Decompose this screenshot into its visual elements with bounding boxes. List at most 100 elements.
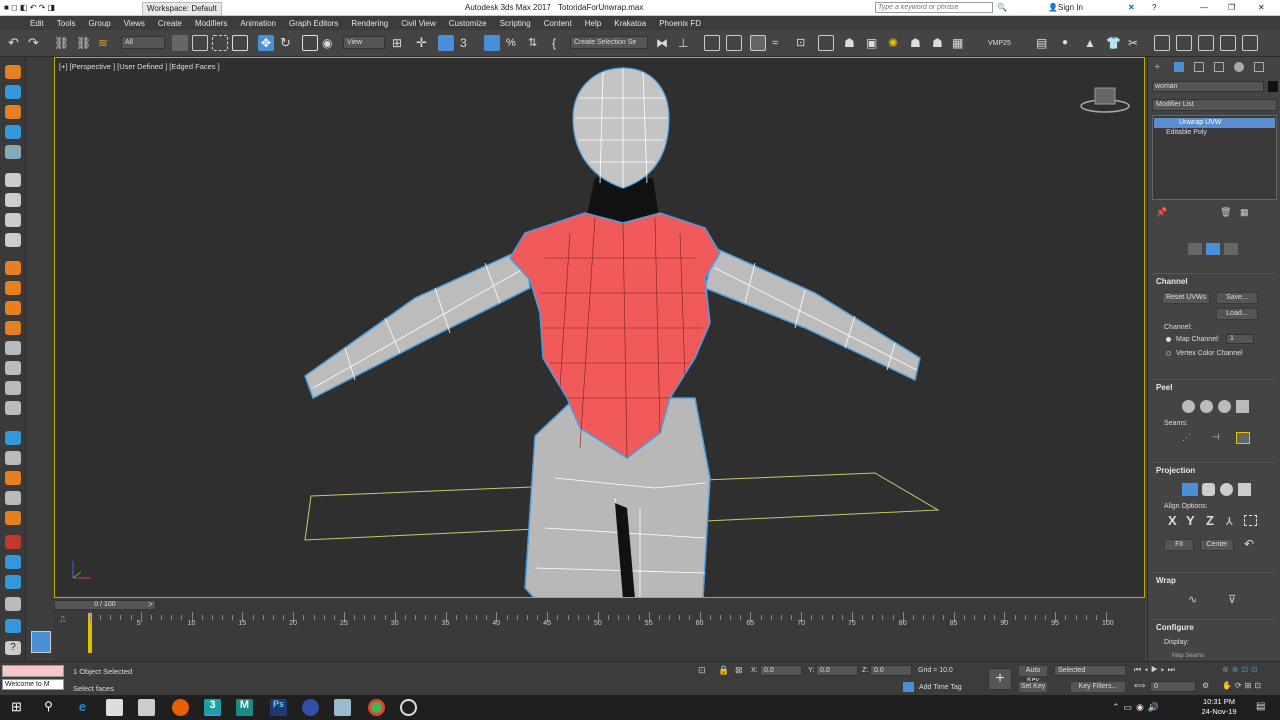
named-selection-dropdown[interactable]: Create Selection Se	[570, 36, 648, 49]
bind-spacewarp-icon[interactable]: ≋	[98, 35, 114, 51]
planar-map-icon[interactable]	[1182, 483, 1198, 496]
menu-animation[interactable]: Animation	[240, 19, 276, 28]
hair-icon[interactable]: ✂	[1128, 35, 1144, 51]
system-tray-icons[interactable]: ⌃▭◉🔊	[1112, 702, 1163, 713]
maya-icon[interactable]: M	[236, 699, 253, 716]
align-x-button[interactable]: X	[1168, 513, 1177, 528]
stop-icon[interactable]	[5, 213, 21, 227]
angle-snap-icon[interactable]	[484, 35, 500, 51]
tool-icon-10[interactable]	[5, 431, 21, 445]
cloth-icon[interactable]: ▲	[1084, 35, 1100, 51]
menu-edit[interactable]: Edit	[30, 19, 44, 28]
tool-icon-9[interactable]	[5, 401, 21, 415]
schematic-view-icon[interactable]: ⊡	[796, 35, 812, 51]
configure-title[interactable]: Configure	[1156, 623, 1275, 632]
map-channel-radio[interactable]	[1166, 337, 1171, 342]
menu-rendering[interactable]: Rendering	[351, 19, 388, 28]
menu-create[interactable]: Create	[158, 19, 182, 28]
tool-icon-13[interactable]	[5, 491, 21, 505]
menu-content[interactable]: Content	[544, 19, 572, 28]
reset-projection-icon[interactable]: ↶	[1244, 537, 1254, 551]
wrap-title[interactable]: Wrap	[1156, 576, 1275, 585]
remove-modifier-icon[interactable]: 🗑	[1220, 207, 1231, 218]
select-move-icon[interactable]: ✥	[258, 35, 274, 51]
viewport-preview-icon[interactable]	[31, 631, 51, 653]
z-coordinate-field[interactable]: 0.0	[870, 665, 912, 676]
load-button[interactable]: Load...	[1216, 308, 1258, 320]
configure-sets-icon[interactable]: ▦	[1240, 207, 1249, 218]
vmp-label[interactable]: VMP25	[988, 40, 1011, 47]
toolbar-extra-5-icon[interactable]	[1242, 35, 1258, 51]
undo-icon[interactable]: ↶	[8, 35, 24, 51]
maxscript-listener[interactable]	[2, 679, 64, 690]
app-icon-2[interactable]	[334, 699, 351, 716]
pivot-center-icon[interactable]: ⊞	[392, 35, 408, 51]
x-coordinate-field[interactable]: 0.0	[760, 665, 802, 676]
help-icon[interactable]: ?	[1152, 0, 1156, 16]
app-icon[interactable]: ■ ◻ ◧ ↶ ↷ ◨	[4, 0, 55, 16]
windows-start-icon[interactable]: ⊞	[8, 699, 25, 716]
fire-icon-3[interactable]	[5, 301, 21, 315]
menu-phoenix-fd[interactable]: Phoenix FD	[659, 19, 701, 28]
edit-named-selection-icon[interactable]: {	[552, 35, 568, 51]
menu-scripting[interactable]: Scripting	[500, 19, 531, 28]
toolbar-extra-1-icon[interactable]	[1154, 35, 1170, 51]
playback-controls[interactable]: ⏮◂▶▸⏭	[1134, 665, 1178, 675]
tool-icon-18[interactable]	[5, 597, 21, 611]
mirror-icon[interactable]: ⧓	[656, 35, 672, 51]
select-rotate-icon[interactable]: ↻	[280, 35, 296, 51]
key-mode-dropdown[interactable]: Selected	[1054, 665, 1126, 676]
display-tab-icon[interactable]	[1234, 62, 1244, 72]
key-mode-toggle-icon[interactable]: ⟺	[1134, 681, 1145, 690]
tool-icon-12[interactable]	[5, 471, 21, 485]
set-key-large-icon[interactable]: +	[988, 668, 1012, 690]
fire-icon-1[interactable]	[5, 261, 21, 275]
tool-icon-14[interactable]	[5, 511, 21, 525]
search-taskbar-icon[interactable]: ⚲	[40, 699, 57, 716]
tool-icon-7[interactable]	[5, 361, 21, 375]
reference-coordinate-dropdown[interactable]: View	[343, 36, 385, 49]
time-tag-icon[interactable]	[903, 682, 914, 692]
menu-group[interactable]: Group	[88, 19, 110, 28]
pelt-map-icon[interactable]	[1218, 400, 1231, 413]
user-icon[interactable]: 👤	[1048, 0, 1058, 16]
edit-mode-icon-1[interactable]	[1188, 243, 1202, 255]
chrome-icon[interactable]	[368, 699, 385, 716]
save-button[interactable]: Save...	[1216, 292, 1258, 304]
tool-icon-11[interactable]	[5, 451, 21, 465]
curve-editor-icon[interactable]: ≈	[772, 35, 788, 51]
spinner-snap-icon[interactable]: ⇅	[528, 35, 544, 51]
select-scale-icon[interactable]	[302, 35, 318, 51]
menu-tools[interactable]: Tools	[57, 19, 76, 28]
tshirt-icon[interactable]: 👕	[1106, 35, 1122, 51]
absolute-mode-icon[interactable]: ⊠	[735, 665, 743, 676]
tool-icon-16[interactable]	[5, 555, 21, 569]
photoshop-icon[interactable]: Ps	[270, 699, 287, 716]
tool-icon-8[interactable]	[5, 381, 21, 395]
set-key-button[interactable]: Set Key	[1018, 681, 1048, 693]
selection-filter-dropdown[interactable]: All	[121, 36, 165, 49]
time-slider-next-icon[interactable]: >	[148, 600, 153, 609]
rectangle-selection-icon[interactable]	[212, 35, 228, 51]
material-editor-icon[interactable]	[818, 35, 834, 51]
time-configuration-icon[interactable]: ⚙	[1202, 681, 1209, 690]
hierarchy-tab-icon[interactable]	[1194, 62, 1204, 72]
modifier-list-dropdown[interactable]: Modifier List	[1152, 99, 1277, 111]
tool-icon-6[interactable]	[5, 341, 21, 355]
align-icon[interactable]: ⊥	[678, 35, 694, 51]
link-icon[interactable]: ⛓	[54, 35, 70, 51]
cylindrical-map-icon[interactable]	[1202, 483, 1215, 496]
obs-icon[interactable]	[400, 699, 417, 716]
menu-help[interactable]: Help	[585, 19, 601, 28]
best-align-icon[interactable]: ⅄	[1226, 515, 1233, 528]
place-icon[interactable]: ◉	[322, 35, 338, 51]
menu-krakatoa[interactable]: Krakatoa	[614, 19, 646, 28]
point-to-point-seams-icon[interactable]: ⊣	[1212, 432, 1226, 444]
tool-icon-3[interactable]	[5, 105, 21, 119]
redo-icon[interactable]: ↷	[28, 35, 44, 51]
notifications-icon[interactable]: ▤	[1256, 701, 1265, 712]
viewport-navigation-controls-2[interactable]: ✋⟳⊞⊡	[1222, 681, 1264, 690]
object-color-swatch[interactable]	[1268, 81, 1278, 92]
menu-graph-editors[interactable]: Graph Editors	[289, 19, 338, 28]
exchange-icon[interactable]: ✕	[1128, 0, 1135, 16]
